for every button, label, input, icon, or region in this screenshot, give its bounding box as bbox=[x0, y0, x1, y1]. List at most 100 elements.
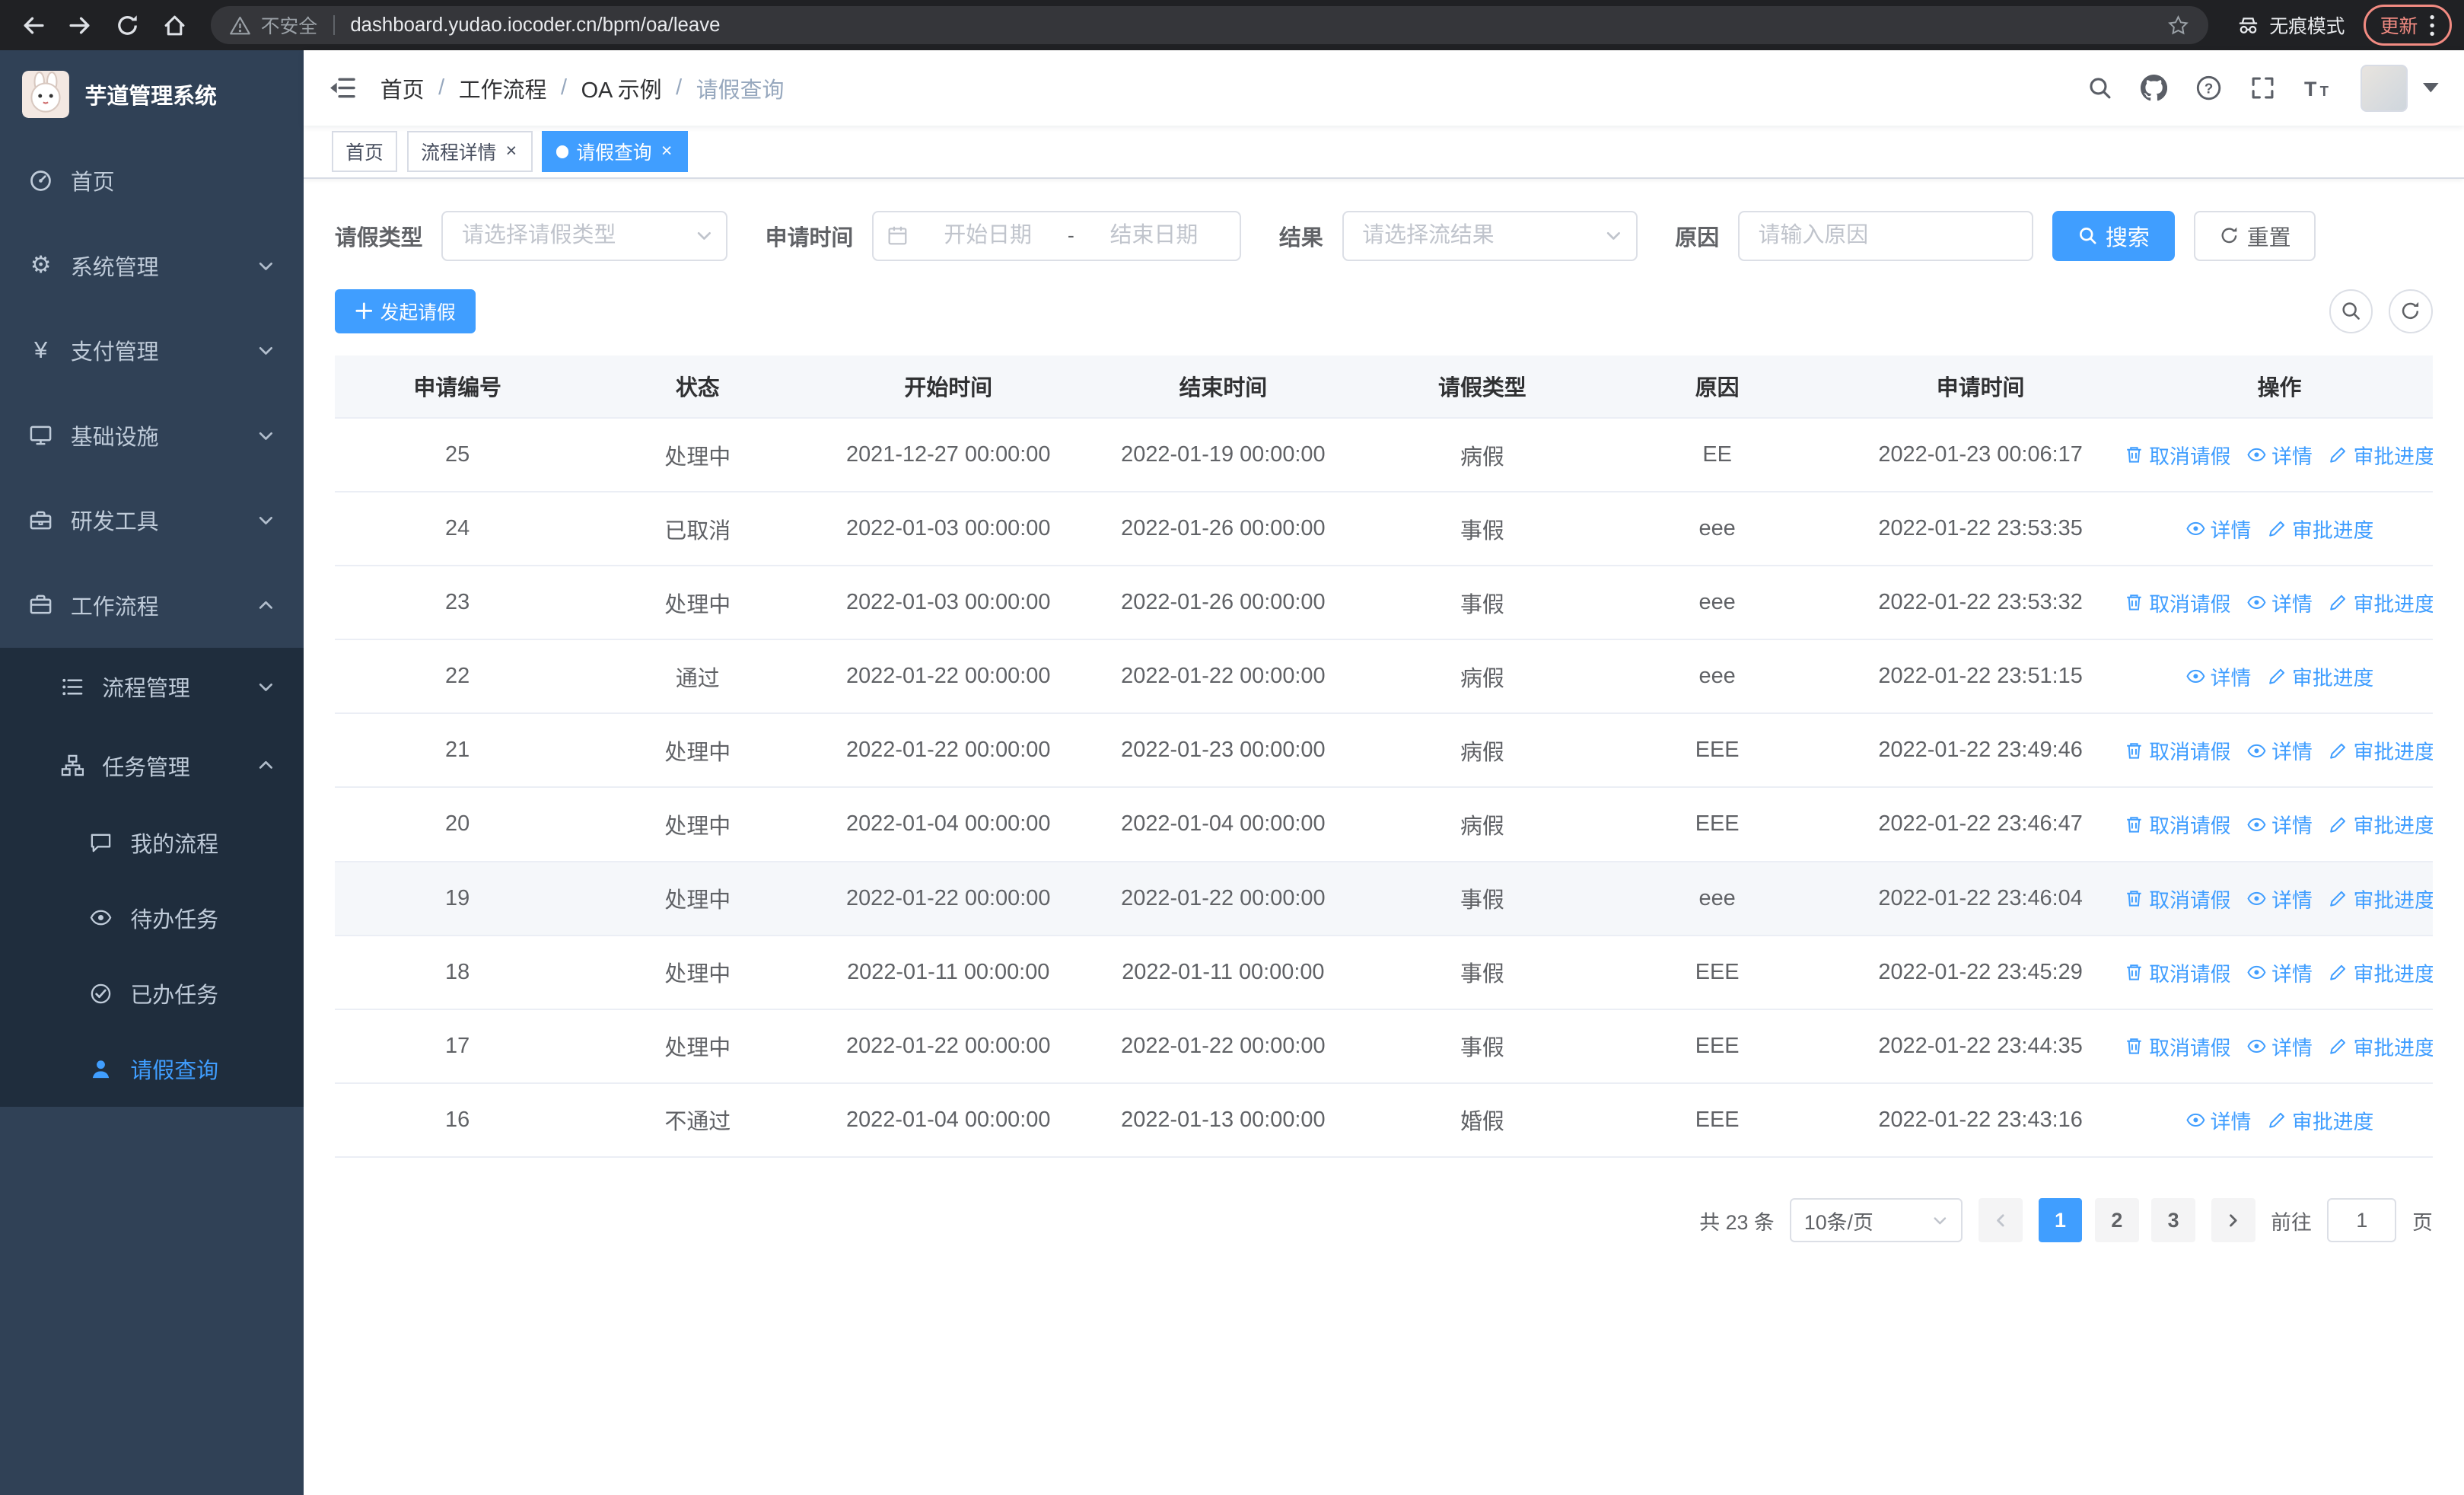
help-icon[interactable]: ? bbox=[2195, 75, 2222, 101]
address-bar[interactable]: 不安全 dashboard.yudao.iocoder.cn/bpm/oa/le… bbox=[210, 6, 2208, 44]
detail-eye-icon bbox=[2246, 888, 2267, 909]
result-input[interactable] bbox=[1343, 212, 1636, 260]
next-page-button[interactable] bbox=[2211, 1198, 2255, 1243]
sidebar-item-dev-tools[interactable]: 研发工具 bbox=[0, 478, 304, 563]
sidebar-item-process-management[interactable]: 流程管理 bbox=[0, 647, 304, 726]
end-date-input[interactable] bbox=[1081, 223, 1227, 249]
tab-process-detail[interactable]: 流程详情 × bbox=[406, 131, 533, 173]
detail-action-link[interactable]: 详情 bbox=[2246, 809, 2313, 839]
detail-action-link[interactable]: 详情 bbox=[2185, 661, 2251, 691]
fullscreen-icon[interactable] bbox=[2250, 75, 2275, 100]
chevron-down-icon[interactable] bbox=[2423, 83, 2440, 93]
cell-start-time: 2022-01-04 00:00:00 bbox=[815, 787, 1082, 862]
github-icon[interactable] bbox=[2140, 75, 2167, 101]
goto-page-input[interactable] bbox=[2327, 1198, 2397, 1243]
browser-reload-icon[interactable] bbox=[107, 5, 148, 46]
page-size-select[interactable]: 10条/页 bbox=[1790, 1198, 1963, 1243]
chevron-down-icon bbox=[256, 677, 275, 696]
detail-action-link[interactable]: 详情 bbox=[2246, 588, 2313, 617]
progress-action-link[interactable]: 审批进度 bbox=[2328, 588, 2433, 617]
browser-forward-icon[interactable] bbox=[59, 5, 100, 46]
progress-action-link[interactable]: 审批进度 bbox=[2328, 809, 2433, 839]
search-button[interactable]: 搜索 bbox=[2052, 210, 2175, 261]
progress-action-link[interactable]: 审批进度 bbox=[2328, 735, 2433, 765]
toggle-search-button[interactable] bbox=[2329, 288, 2373, 333]
sidebar-item-done-tasks[interactable]: 已办任务 bbox=[0, 955, 304, 1031]
detail-action-link[interactable]: 详情 bbox=[2246, 958, 2313, 987]
tab-leave-query[interactable]: 请假查询 × bbox=[542, 131, 688, 173]
cancel-action-link[interactable]: 取消请假 bbox=[2126, 1031, 2231, 1061]
leave-type-input[interactable] bbox=[443, 212, 727, 260]
cancel-action-link[interactable]: 取消请假 bbox=[2126, 735, 2231, 765]
cell-start-time: 2022-01-22 00:00:00 bbox=[815, 1009, 1082, 1084]
briefcase-icon bbox=[28, 592, 53, 617]
sidebar-item-leave-query[interactable]: 请假查询 bbox=[0, 1031, 304, 1107]
close-icon[interactable]: × bbox=[505, 142, 519, 161]
close-icon[interactable]: × bbox=[660, 142, 674, 161]
detail-action-link[interactable]: 详情 bbox=[2246, 1031, 2313, 1061]
cancel-action-link[interactable]: 取消请假 bbox=[2126, 958, 2231, 987]
cell-apply-time: 2022-01-22 23:45:29 bbox=[1835, 935, 2127, 1010]
reset-button[interactable]: 重置 bbox=[2193, 210, 2316, 261]
apply-time-range-picker[interactable]: - bbox=[872, 210, 1242, 261]
sidebar-toggle-icon[interactable] bbox=[329, 76, 355, 100]
cancel-action-link[interactable]: 取消请假 bbox=[2126, 440, 2231, 470]
goto-label: 前往 bbox=[2271, 1210, 2312, 1234]
breadcrumb-item[interactable]: 工作流程 bbox=[459, 72, 547, 104]
prev-page-button[interactable] bbox=[1979, 1198, 2023, 1243]
cell-leave-type: 事假 bbox=[1364, 861, 1600, 936]
sidebar-item-home[interactable]: 首页 bbox=[0, 139, 304, 224]
bookmark-star-icon[interactable] bbox=[2167, 14, 2189, 37]
edit-icon bbox=[2267, 666, 2287, 687]
start-date-input[interactable] bbox=[914, 223, 1062, 249]
browser-update-button[interactable]: 更新 bbox=[2364, 4, 2452, 46]
progress-action-link[interactable]: 审批进度 bbox=[2328, 1031, 2433, 1061]
create-leave-button[interactable]: 发起请假 bbox=[334, 288, 476, 333]
reason-input[interactable] bbox=[1737, 210, 2034, 261]
progress-action-link[interactable]: 审批进度 bbox=[2328, 958, 2433, 987]
leave-type-select[interactable] bbox=[441, 210, 728, 261]
detail-action-link[interactable]: 详情 bbox=[2185, 1105, 2251, 1135]
cell-apply-time: 2022-01-23 00:06:17 bbox=[1835, 418, 2127, 493]
breadcrumb-item[interactable]: OA 示例 bbox=[581, 72, 662, 104]
user-avatar[interactable] bbox=[2360, 64, 2408, 112]
browser-back-icon[interactable] bbox=[13, 5, 54, 46]
progress-action-link[interactable]: 审批进度 bbox=[2328, 440, 2433, 470]
cell-apply-no: 19 bbox=[334, 861, 581, 936]
progress-action-link[interactable]: 审批进度 bbox=[2267, 1105, 2373, 1135]
tab-home[interactable]: 首页 bbox=[331, 131, 398, 173]
font-size-icon[interactable]: TT bbox=[2304, 77, 2332, 99]
detail-action-link[interactable]: 详情 bbox=[2246, 440, 2313, 470]
page-button-2[interactable]: 2 bbox=[2094, 1198, 2139, 1243]
sidebar-item-todo-tasks[interactable]: 待办任务 bbox=[0, 880, 304, 956]
sidebar-item-infrastructure[interactable]: 基础设施 bbox=[0, 393, 304, 478]
sidebar-item-task-management[interactable]: 任务管理 bbox=[0, 725, 304, 805]
browser-home-icon[interactable] bbox=[154, 5, 195, 46]
cancel-action-link[interactable]: 取消请假 bbox=[2126, 588, 2231, 617]
detail-action-link[interactable]: 详情 bbox=[2185, 514, 2251, 543]
sidebar-item-my-processes[interactable]: 我的流程 bbox=[0, 805, 304, 881]
browser-menu-icon[interactable] bbox=[2429, 14, 2435, 37]
progress-action-link[interactable]: 审批进度 bbox=[2328, 884, 2433, 913]
cell-reason: eee bbox=[1600, 639, 1835, 715]
detail-action-link[interactable]: 详情 bbox=[2246, 884, 2313, 913]
detail-action-link[interactable]: 详情 bbox=[2246, 735, 2313, 765]
page-button-3[interactable]: 3 bbox=[2151, 1198, 2196, 1243]
sidebar-item-workflow[interactable]: 工作流程 bbox=[0, 563, 304, 648]
update-label: 更新 bbox=[2380, 17, 2418, 38]
incognito-icon bbox=[2236, 14, 2260, 37]
progress-action-link[interactable]: 审批进度 bbox=[2267, 661, 2373, 691]
result-select[interactable] bbox=[1342, 210, 1638, 261]
cancel-action-link[interactable]: 取消请假 bbox=[2126, 809, 2231, 839]
cancel-action-link[interactable]: 取消请假 bbox=[2126, 884, 2231, 913]
search-icon[interactable] bbox=[2087, 75, 2112, 100]
refresh-button[interactable] bbox=[2388, 288, 2433, 333]
page-button-1[interactable]: 1 bbox=[2038, 1198, 2083, 1243]
cell-apply-no: 25 bbox=[334, 418, 581, 493]
breadcrumb-item[interactable]: 首页 bbox=[380, 72, 425, 104]
cell-apply-no: 18 bbox=[334, 935, 581, 1010]
sidebar-item-payment-management[interactable]: ¥ 支付管理 bbox=[0, 308, 304, 394]
progress-action-link[interactable]: 审批进度 bbox=[2267, 514, 2373, 543]
trash-icon bbox=[2126, 962, 2144, 983]
sidebar-item-system-management[interactable]: ⚙ 系统管理 bbox=[0, 223, 304, 308]
